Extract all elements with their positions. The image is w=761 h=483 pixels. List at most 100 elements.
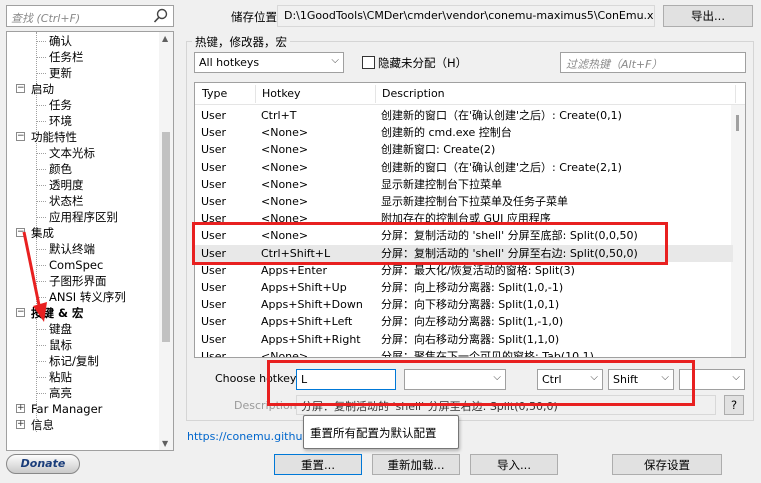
cell-hotkey: Apps+Shift+Down [261,298,363,312]
tree-scroll-thumb[interactable] [162,132,170,342]
list-scrollbar[interactable] [731,105,745,357]
hotkey-list[interactable]: Type Hotkey Description User Ctrl+T 创建新的窗口… [194,82,746,358]
cell-hotkey: <None> [261,177,309,191]
tree-item[interactable]: 信息 [31,417,54,433]
cell-description: 分屏：向右移动分离器: Split(1,1,0) [381,332,560,346]
cell-hotkey: Ctrl+T [261,109,297,122]
table-row[interactable]: User <None> 显示新建控制台下拉菜单 [195,176,733,193]
cell-hotkey: Apps+Shift+Left [261,315,353,329]
table-row[interactable]: User Apps+Shift+Up 分屏：向上移动分离器: Split(1,0,-… [195,279,733,296]
cell-type: User [201,349,227,358]
scroll-up-icon[interactable]: ▲ [162,34,168,43]
storage-path-field[interactable]: D:\1GoodTools\CMDer\cmder\vendor\conemu-… [277,5,655,27]
tree-item[interactable]: 子图形界面 [49,273,107,289]
search-input[interactable]: 查找 (Ctrl+F) [6,5,174,27]
cell-type: User [201,177,227,191]
hotkeys-group-title: 热键，修改器，宏 [192,34,290,50]
cell-hotkey: <None> [261,160,309,174]
tree-item[interactable]: 粘贴 [49,369,72,385]
cell-description: 分屏：向左移动分离器: Split(1,-1,0) [381,315,564,329]
tree-item[interactable]: 键盘 [49,321,72,337]
table-row[interactable]: User <None> 创建新的 cmd.exe 控制台 [195,124,733,141]
tree-expander-icon[interactable]: + [16,404,25,413]
table-row[interactable]: User <None> 分屏：聚焦在下一个可见的窗格: Tab(10,1) [195,348,733,358]
table-row[interactable]: User <None> 显示新建控制台下拉菜单及任务子菜单 [195,193,733,210]
tree-item[interactable]: ANSI 转义序列 [49,289,126,305]
tree-item[interactable]: 状态栏 [49,193,84,209]
cell-description: 分屏：聚焦在下一个可见的窗格: Tab(10,1) [381,349,594,358]
tree-item[interactable]: 颜色 [49,161,72,177]
cell-hotkey: <None> [261,195,309,208]
tree-item[interactable]: 应用程序区别 [49,209,118,225]
tree-item[interactable]: 文本光标 [49,145,95,161]
tree-item[interactable]: 启动 [31,81,54,97]
hotkey-filter-placeholder: 过滤热键（Alt+F） [566,58,663,71]
cell-type: User [201,109,227,122]
scroll-down-icon[interactable]: ▼ [162,439,168,448]
search-placeholder: 查找 (Ctrl+F) [11,12,81,25]
annotation-editor-box [267,360,695,406]
cell-type: User [201,332,227,346]
tree-item[interactable]: 鼠标 [49,337,72,353]
cell-description: 创建新的窗口（在'确认创建'之后）: Create(2,1) [381,160,622,174]
tree-expander-icon[interactable]: − [16,84,25,93]
reset-button[interactable]: 重置... [274,454,362,475]
annotation-rows-box [192,222,668,265]
storage-label: 储存位置: [231,10,281,24]
hotkey-filter-input[interactable]: 过滤热键（Alt+F） [560,52,746,73]
table-row[interactable]: User <None> 创建新的窗口（在'确认创建'之后）: Create(2,1) [195,159,733,176]
tree-expander-icon[interactable]: + [16,420,25,429]
search-icon[interactable] [153,8,169,24]
tree-item[interactable]: 确认 [49,33,72,49]
cell-hotkey: Apps+Shift+Up [261,281,347,294]
table-row[interactable]: User Ctrl+T 创建新的窗口（在'确认创建'之后）: Create(0,1) [195,107,733,124]
column-description[interactable]: Description [382,87,445,100]
cell-type: User [201,126,227,140]
annotation-arrow-icon [22,231,47,322]
cell-hotkey: Apps+Shift+Right [261,332,361,346]
cell-description: 创建新的窗口（在'确认创建'之后）: Create(0,1) [381,109,622,122]
list-scroll-thumb[interactable] [736,115,739,131]
cell-description: 创建新窗口: Create(2) [381,143,496,157]
tree-scrollbar[interactable]: ▲ ▼ [159,32,173,450]
cell-description: 显示新建控制台下拉菜单 [381,177,502,191]
cell-type: User [201,281,227,294]
hotkey-filter-combo[interactable]: All hotkeys ⌵ [194,52,344,73]
tree-item[interactable]: 高亮 [49,385,72,401]
tree-item[interactable]: 任务栏 [49,49,84,65]
hide-unassigned-label: 隐藏未分配（H） [378,56,468,70]
donate-button[interactable]: Donate [6,454,80,474]
table-row[interactable]: User <None> 创建新窗口: Create(2) [195,141,733,158]
table-row[interactable]: User Apps+Shift+Right 分屏：向右移动分离器: Split(1,… [195,331,733,348]
cell-description: 创建新的 cmd.exe 控制台 [381,126,512,140]
cell-hotkey: <None> [261,349,309,358]
table-row[interactable]: User Apps+Shift+Left 分屏：向左移动分离器: Split(1,-… [195,313,733,330]
tree-item[interactable]: 环境 [49,113,72,129]
tree-item[interactable]: Far Manager [31,401,102,417]
cell-hotkey: <None> [261,143,309,157]
cell-type: User [201,160,227,174]
tree-item[interactable]: 任务 [49,97,72,113]
list-header: Type Hotkey Description [195,83,745,105]
reload-button[interactable]: 重新加载... [372,454,460,475]
cell-type: User [201,315,227,329]
cell-type: User [201,298,227,312]
help-button[interactable]: ? [724,395,744,415]
column-type[interactable]: Type [202,87,227,100]
tree-item[interactable]: 标记/复制 [49,353,99,369]
export-button[interactable]: 导出... [663,5,753,27]
column-hotkey[interactable]: Hotkey [262,87,301,100]
save-settings-button[interactable]: 保存设置 [612,454,722,475]
tree-item[interactable]: 功能特性 [31,129,77,145]
tree-item[interactable]: 更新 [49,65,72,81]
chevron-down-icon: ⌵ [331,55,339,66]
tree-item[interactable]: 默认终端 [49,241,95,257]
table-row[interactable]: User Apps+Shift+Down 分屏：向下移动分离器: Split(1,0… [195,296,733,313]
hide-unassigned-checkbox[interactable] [362,56,375,69]
tree-expander-icon[interactable]: − [16,132,25,141]
tree-item[interactable]: ComSpec [49,257,103,273]
cell-hotkey: <None> [261,126,309,140]
import-button[interactable]: 导入... [470,454,558,475]
hotkey-filter-value: All hotkeys [199,56,260,69]
tree-item[interactable]: 透明度 [49,177,84,193]
